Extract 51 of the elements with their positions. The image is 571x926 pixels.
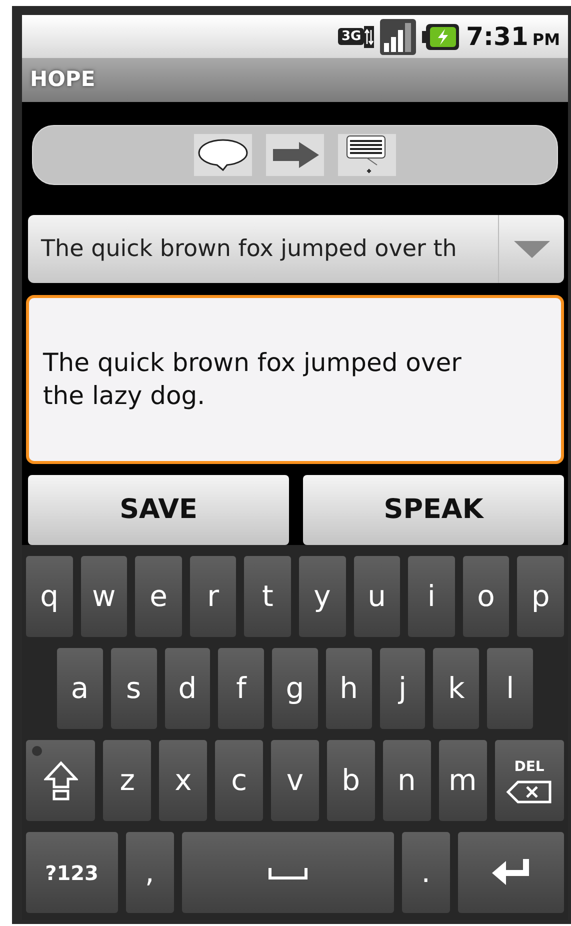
- speak-button[interactable]: SPEAK: [303, 475, 564, 545]
- key[interactable]: ,: [126, 832, 174, 913]
- symbols-key[interactable]: ?123: [26, 832, 118, 913]
- save-button[interactable]: SAVE: [28, 475, 289, 545]
- key[interactable]: c: [215, 740, 264, 821]
- shift-icon: [44, 760, 78, 800]
- key[interactable]: f: [218, 648, 264, 729]
- space-bar-icon: [268, 866, 308, 880]
- key[interactable]: j: [380, 648, 426, 729]
- key[interactable]: g: [272, 648, 318, 729]
- shift-key[interactable]: [26, 740, 96, 821]
- key[interactable]: s: [110, 648, 156, 729]
- clock-time: 7:31: [466, 20, 528, 53]
- delete-label: DEL: [514, 758, 544, 777]
- clock-meridiem: PM: [532, 28, 560, 51]
- enter-key[interactable]: [458, 832, 564, 913]
- key[interactable]: b: [326, 740, 375, 821]
- key[interactable]: p: [517, 556, 564, 637]
- key[interactable]: n: [382, 740, 431, 821]
- data-arrows-icon: [364, 26, 374, 48]
- key[interactable]: e: [135, 556, 182, 637]
- key[interactable]: q: [26, 556, 73, 637]
- key[interactable]: i: [408, 556, 455, 637]
- delete-key[interactable]: DEL: [494, 740, 564, 821]
- key[interactable]: k: [433, 648, 480, 729]
- key[interactable]: .: [402, 832, 450, 913]
- phrase-dropdown[interactable]: The quick brown fox jumped over th: [28, 215, 564, 283]
- speech-bubble-icon[interactable]: [197, 138, 249, 172]
- key[interactable]: d: [164, 648, 210, 729]
- key[interactable]: t: [244, 556, 291, 637]
- caps-lock-indicator: [32, 746, 42, 756]
- key[interactable]: z: [103, 740, 152, 821]
- key[interactable]: r: [190, 556, 236, 637]
- app-title: HOPE: [22, 58, 568, 102]
- key[interactable]: y: [298, 556, 346, 637]
- dropdown-value: The quick brown fox jumped over th: [41, 234, 457, 264]
- key[interactable]: u: [354, 556, 400, 637]
- message-field[interactable]: The quick brown fox jumped over the lazy dog.: [26, 295, 564, 464]
- key[interactable]: a: [56, 648, 103, 729]
- key[interactable]: v: [271, 740, 319, 821]
- network-type-label: 3G: [338, 28, 364, 45]
- backspace-icon: [506, 780, 552, 804]
- key[interactable]: h: [326, 648, 372, 729]
- signal-icon: [380, 18, 416, 54]
- key[interactable]: x: [159, 740, 208, 821]
- key[interactable]: w: [80, 556, 128, 637]
- key[interactable]: l: [487, 648, 534, 729]
- dropdown-caret-icon: [512, 239, 550, 259]
- key[interactable]: m: [438, 740, 487, 821]
- battery-icon: [422, 22, 460, 50]
- key[interactable]: o: [462, 556, 510, 637]
